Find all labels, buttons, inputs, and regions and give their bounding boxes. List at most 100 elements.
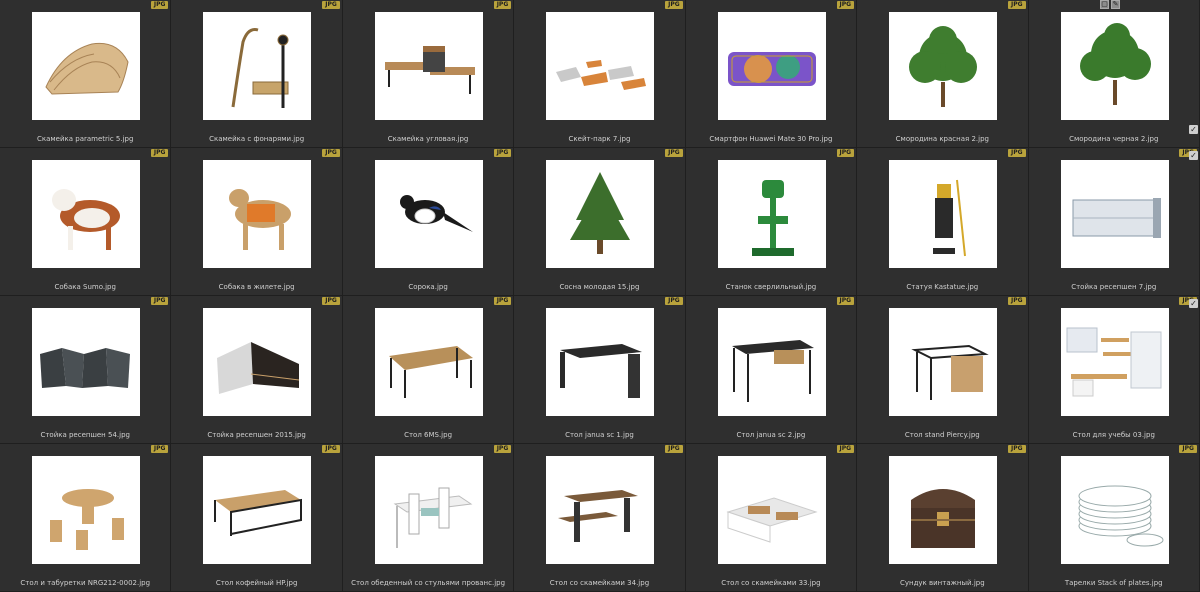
- file-name-label: Скамейка угловая.jpg: [387, 135, 469, 143]
- file-type-badge: JPG: [1179, 445, 1197, 453]
- dining-table-chairs-thumbnail[interactable]: [374, 456, 483, 564]
- file-name-label: Стол janua sc 2.jpg: [736, 431, 806, 439]
- file-type-badge: JPG: [493, 297, 512, 305]
- vintage-chest-icon: [911, 489, 976, 548]
- thumbnail-cell[interactable]: JPG Станок сверлильный.jpg: [685, 148, 858, 296]
- file-name-label: Стол со скамейками 33.jpg: [721, 579, 821, 587]
- file-type-badge: JPG: [1007, 1, 1026, 9]
- dog-sumo-thumbnail[interactable]: [32, 160, 140, 268]
- red-currant-bush-thumbnail[interactable]: [889, 12, 998, 120]
- thumbnail-cell[interactable]: JPGСтойка ресепшен 7.jpg: [1028, 148, 1200, 296]
- file-name-label: Стойка ресепшен 2015.jpg: [207, 431, 306, 439]
- file-type-badge: JPG: [150, 445, 169, 453]
- plates-stack-icon: [1078, 485, 1164, 547]
- plates-stack-thumbnail[interactable]: [1060, 456, 1169, 564]
- statue-icon: [933, 179, 967, 257]
- pencil-icon[interactable]: ✎: [1111, 0, 1120, 9]
- thumbnail-cell[interactable]: JPG Смартфон Huawei Mate 30 Pro.jpg: [685, 0, 858, 148]
- thumbnail-cell[interactable]: JPG Смородина красная 2.jpg: [857, 0, 1029, 148]
- bench-with-lamps-icon: [231, 28, 289, 108]
- black-currant-bush-thumbnail[interactable]: [1060, 12, 1169, 120]
- thumbnail-cell[interactable]: JPG Сосна молодая 15.jpg: [514, 148, 686, 296]
- young-pine-icon: [570, 172, 631, 254]
- file-name-label: Стол 6MS.jpg: [404, 431, 453, 439]
- table-6ms-thumbnail[interactable]: [374, 308, 483, 416]
- thumbnail-cell[interactable]: JPG Собака Sumo.jpg: [0, 148, 172, 296]
- statue-thumbnail[interactable]: [889, 160, 998, 268]
- file-type-badge: JPG: [665, 445, 683, 453]
- coffee-table-thumbnail[interactable]: [203, 456, 312, 564]
- janua-table-1-icon: [560, 344, 643, 398]
- thumbnail-cell[interactable]: JPG Сорока.jpg: [342, 148, 515, 296]
- thumbnail-cell[interactable]: JPG Стол и табуретки NRG212-0002.jpg: [0, 444, 172, 592]
- thumbnail-cell[interactable]: Смородина черная 2.jpg: [1028, 0, 1200, 148]
- row-3-check-icon[interactable]: ✓: [1189, 299, 1198, 308]
- row-2-check-icon[interactable]: ✓: [1189, 151, 1198, 160]
- table-benches-33-thumbnail[interactable]: [717, 456, 826, 564]
- corner-bench-thumbnail[interactable]: [374, 12, 483, 120]
- file-type-badge: JPG: [150, 297, 169, 305]
- file-name-label: Сорока.jpg: [408, 283, 448, 291]
- magpie-thumbnail[interactable]: [374, 160, 483, 268]
- thumbnail-cell[interactable]: JPG Статуя Kastatue.jpg: [857, 148, 1029, 296]
- thumbnail-cell[interactable]: JPG Сундук винтажный.jpg: [857, 444, 1029, 592]
- thumbnail-cell[interactable]: JPG Собака в жилете.jpg: [171, 148, 343, 296]
- reception-desk-7-icon: [1072, 198, 1161, 238]
- file-type-badge: JPG: [322, 1, 340, 9]
- file-name-label: Смородина черная 2.jpg: [1069, 135, 1159, 143]
- magpie-icon: [399, 195, 473, 232]
- thumbnail-cell[interactable]: JPG Стол janua sc 2.jpg: [685, 296, 858, 444]
- thumbnail-cell[interactable]: JPG Стойка ресепшен 2015.jpg: [171, 296, 343, 444]
- thumbnail-cell[interactable]: JPG Скамейка parametric 5.jpg: [0, 0, 172, 148]
- parametric-bench-icon: [45, 42, 129, 95]
- study-desk-thumbnail[interactable]: [1060, 308, 1169, 416]
- thumbnail-cell[interactable]: JPG Стол 6MS.jpg: [342, 296, 515, 444]
- table-benches-34-thumbnail[interactable]: [546, 456, 655, 564]
- thumbnail-cell[interactable]: JPG Тарелки Stack of plates.jpg: [1028, 444, 1200, 592]
- reception-desk-54-icon: [40, 348, 130, 388]
- thumbnail-cell[interactable]: JPG Стол обеденный со стульями прованс.jp…: [342, 444, 515, 592]
- table-and-stools-thumbnail[interactable]: [32, 456, 140, 564]
- dog-in-vest-thumbnail[interactable]: [203, 160, 312, 268]
- file-name-label: Станок сверлильный.jpg: [725, 283, 817, 291]
- table-benches-33-icon: [726, 497, 818, 543]
- parametric-bench-thumbnail[interactable]: [32, 12, 140, 120]
- thumbnail-grid: JPG Скамейка parametric 5.jpg JPG Скамейка …: [0, 0, 1200, 592]
- janua-table-2-thumbnail[interactable]: [717, 308, 826, 416]
- file-name-label: Стол обеденный со стульями прованс.jpg: [351, 579, 506, 587]
- thumbnail-cell[interactable]: JPG Стол со скамейками 34.jpg: [514, 444, 686, 592]
- thumbnail-cell[interactable]: JPG Стол со скамейками 33.jpg: [685, 444, 858, 592]
- thumbnail-cell[interactable]: JPG Скейт-парк 7.jpg: [514, 0, 686, 148]
- file-name-label: Стол и табуретки NRG212-0002.jpg: [20, 579, 151, 587]
- dog-in-vest-icon: [229, 189, 292, 250]
- bench-with-lamps-thumbnail[interactable]: [203, 12, 312, 120]
- file-type-badge: JPG: [665, 1, 683, 9]
- janua-table-1-thumbnail[interactable]: [546, 308, 655, 416]
- file-name-label: Статуя Kastatue.jpg: [906, 283, 979, 291]
- thumbnail-cell[interactable]: JPG Стол stand Piercy.jpg: [857, 296, 1029, 444]
- file-name-label: Стол janua sc 1.jpg: [565, 431, 634, 439]
- stack-icon[interactable]: ▢: [1100, 0, 1109, 9]
- file-type-badge: JPG: [836, 445, 855, 453]
- file-type-badge: JPG: [322, 445, 340, 453]
- thumbnail-cell[interactable]: JPG Скамейка с фонарями.jpg: [171, 0, 343, 148]
- file-type-badge: JPG: [836, 297, 855, 305]
- row-1-check-icon[interactable]: ✓: [1189, 125, 1198, 134]
- stand-desk-icon: [911, 344, 989, 400]
- skate-park-thumbnail[interactable]: [546, 12, 655, 120]
- coffee-table-icon: [214, 490, 303, 536]
- thumbnail-cell[interactable]: JPG Стол janua sc 1.jpg: [514, 296, 686, 444]
- young-pine-thumbnail[interactable]: [546, 160, 655, 268]
- vintage-chest-thumbnail[interactable]: [889, 456, 998, 564]
- stand-desk-thumbnail[interactable]: [889, 308, 998, 416]
- thumbnail-cell[interactable]: JPG Стойка ресепшен 54.jpg: [0, 296, 172, 444]
- smartphone-thumbnail[interactable]: [717, 12, 826, 120]
- reception-desk-54-thumbnail[interactable]: [32, 308, 140, 416]
- drill-press-icon: [751, 180, 794, 256]
- thumbnail-cell[interactable]: JPGСтол для учебы 03.jpg: [1028, 296, 1200, 444]
- thumbnail-cell[interactable]: JPG Стол кофейный HP.jpg: [171, 444, 343, 592]
- thumbnail-cell[interactable]: JPG Скамейка угловая.jpg: [342, 0, 515, 148]
- reception-desk-7-thumbnail[interactable]: [1060, 160, 1169, 268]
- drill-press-thumbnail[interactable]: [717, 160, 826, 268]
- reception-desk-2015-thumbnail[interactable]: [203, 308, 312, 416]
